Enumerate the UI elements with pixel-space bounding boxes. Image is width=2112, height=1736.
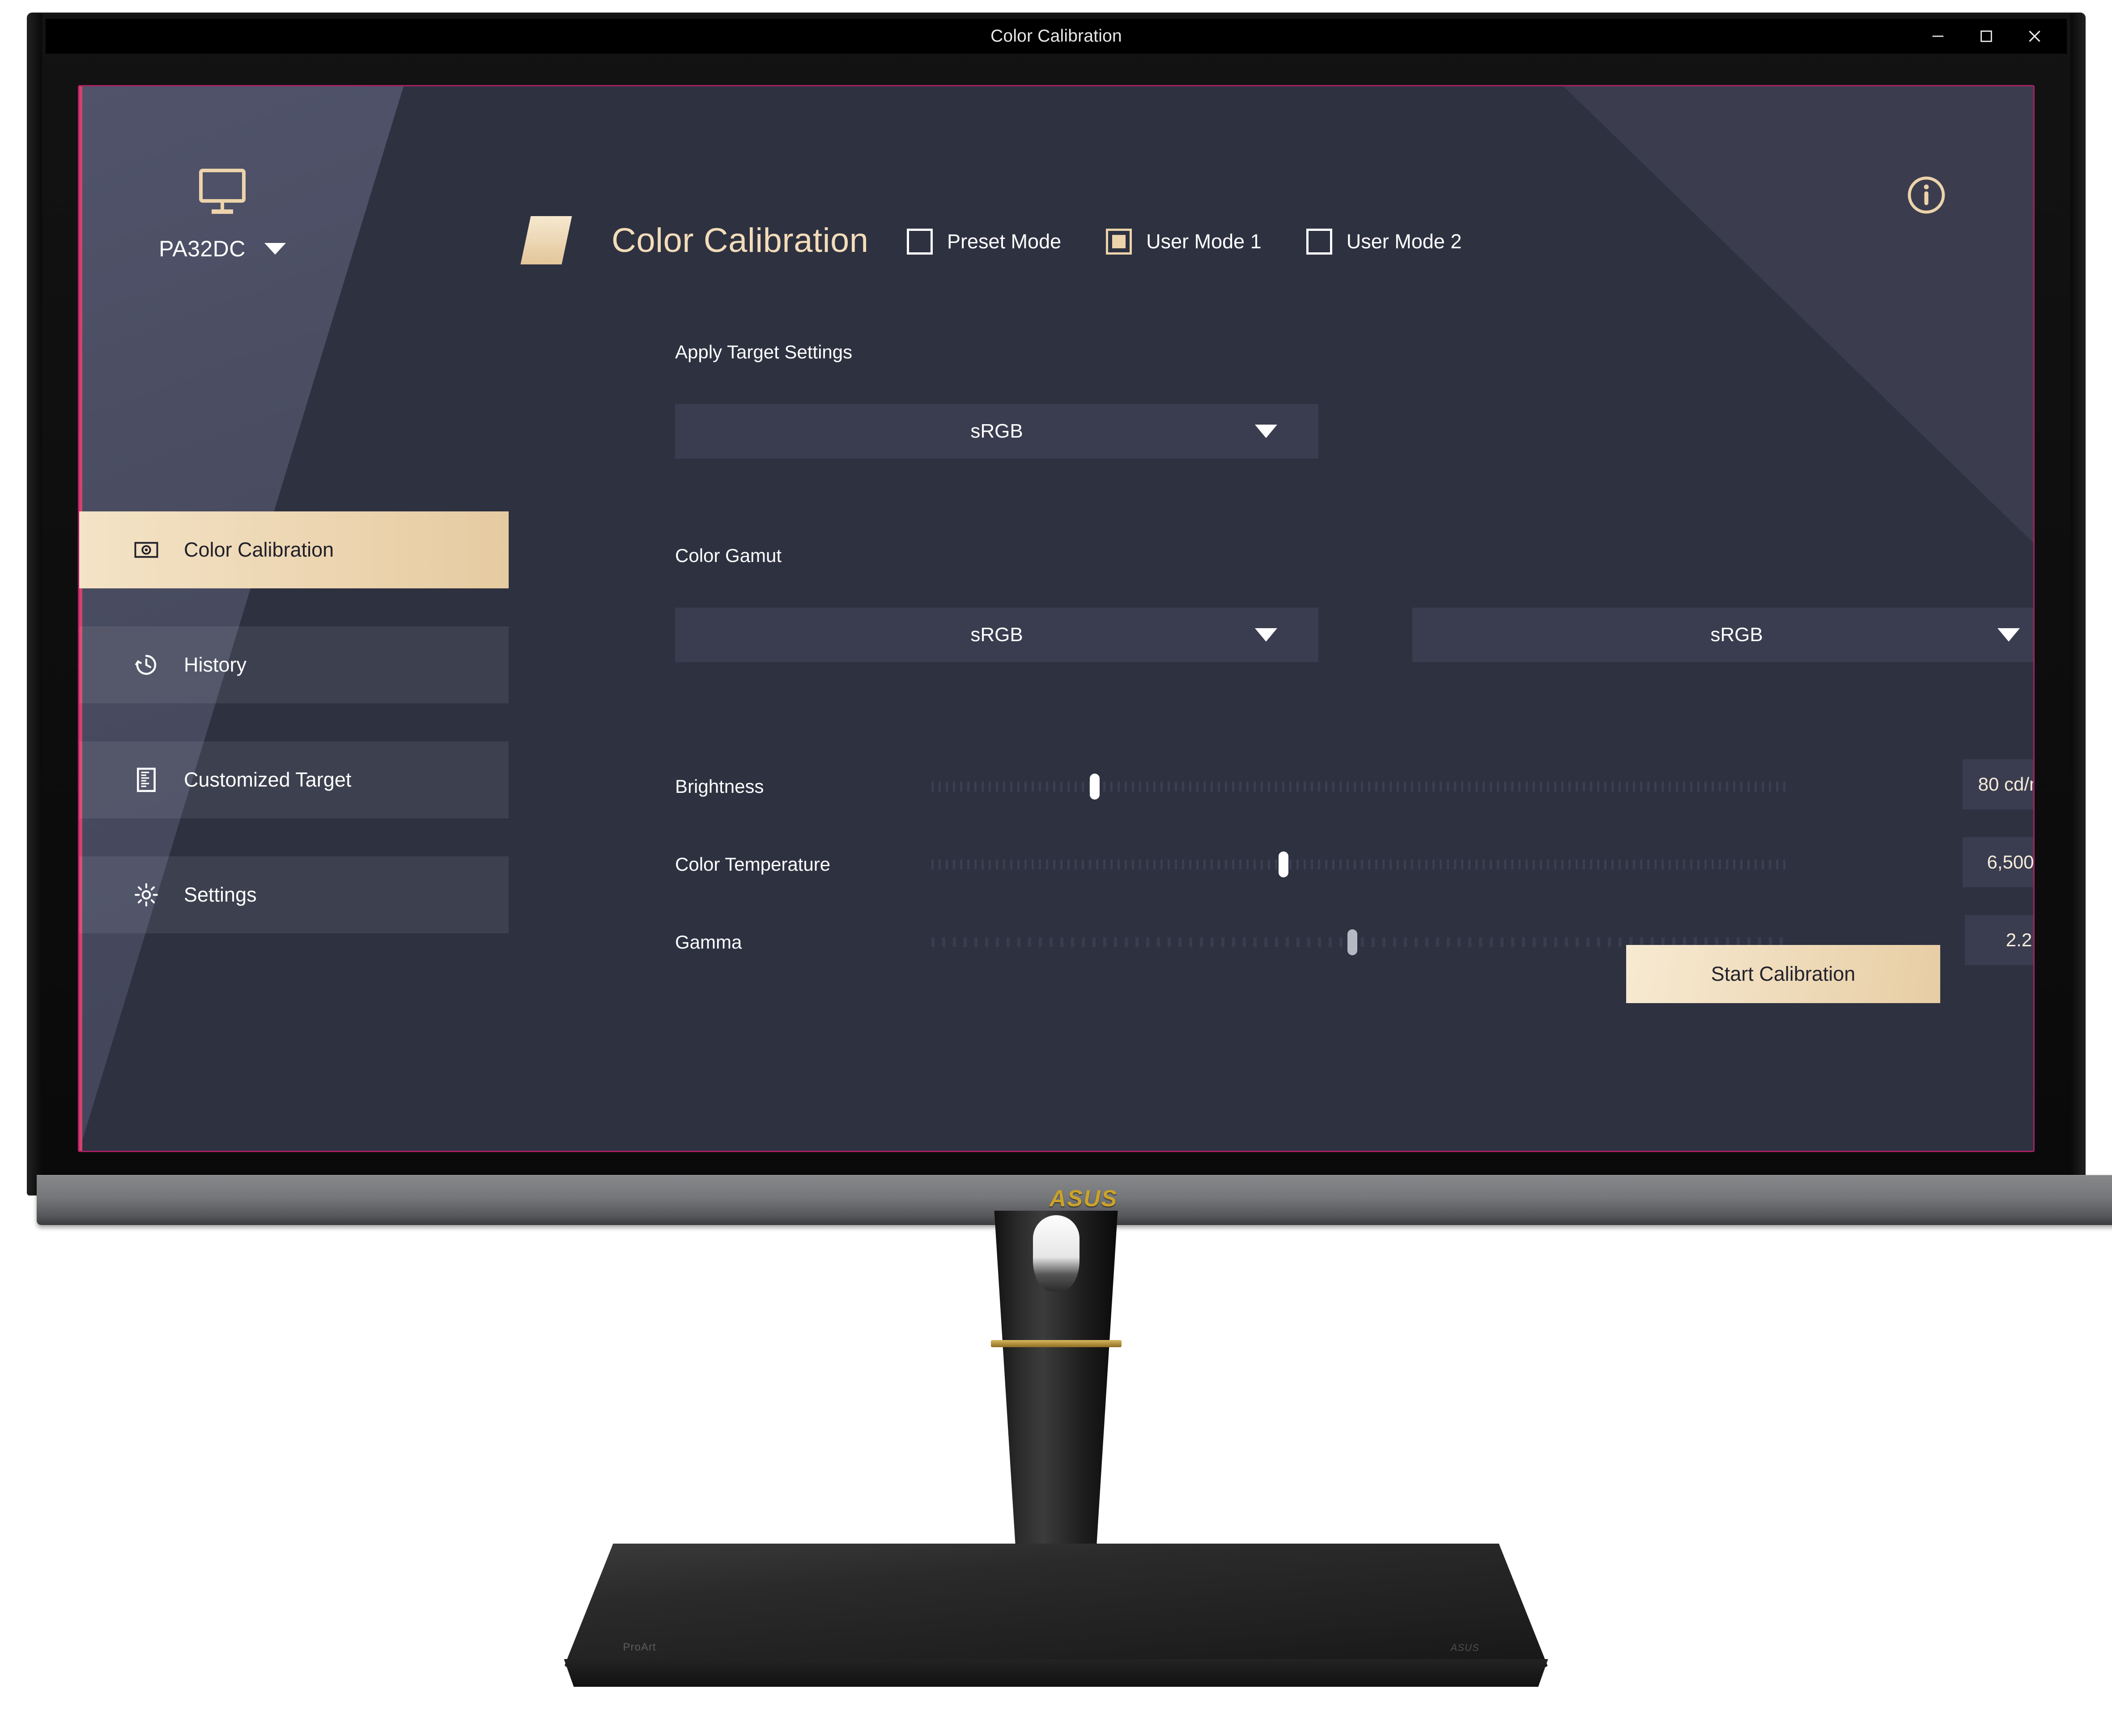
asus-logo: ASUS (1049, 1186, 1118, 1212)
bezel-right-edge (2070, 13, 2085, 1195)
apply-target-settings-dropdown[interactable]: sRGB (675, 404, 1318, 459)
list-document-icon (132, 767, 161, 793)
brightness-label: Brightness (675, 776, 764, 797)
stand-cable-hole (1033, 1215, 1079, 1291)
brightness-value-box[interactable]: 80 cd/m2 (1963, 759, 2033, 809)
color-temperature-slider-thumb[interactable] (1279, 851, 1289, 877)
bezel-left-edge (28, 13, 42, 1195)
sidebar-item-history[interactable]: History (79, 626, 509, 703)
sidebar-nav: Color Calibration History Customized Tar… (79, 511, 509, 933)
color-gamut-dropdown-left[interactable]: sRGB (675, 608, 1318, 662)
window-title: Color Calibration (990, 26, 1122, 46)
color-temperature-slider-row: Color Temperature 6,500K (518, 837, 2034, 889)
brightness-slider-track[interactable] (931, 774, 1790, 800)
info-circle-icon[interactable] (1906, 175, 1946, 215)
mode-label: Preset Mode (947, 230, 1062, 253)
color-gamut-label: Color Gamut (675, 545, 782, 566)
sidebar-item-customized-target[interactable]: Customized Target (79, 741, 509, 818)
app-screen: PA32DC Color Calibration History Customi… (78, 85, 2035, 1152)
color-temperature-value-box[interactable]: 6,500K (1963, 837, 2034, 887)
base-front-edge (564, 1659, 1548, 1687)
brightness-value: 80 cd/m2 (1978, 774, 2033, 795)
device-name-row[interactable]: PA32DC (159, 236, 286, 262)
apply-target-settings-label: Apply Target Settings (675, 341, 853, 362)
sidebar-item-label: Color Calibration (184, 538, 334, 561)
chevron-down-icon[interactable] (264, 243, 286, 255)
window-controls (1914, 19, 2059, 54)
title-accent-tab (520, 216, 572, 264)
start-calibration-button[interactable]: Start Calibration (1626, 945, 1940, 1003)
sidebar-item-label: History (184, 653, 247, 676)
window-titlebar: Color Calibration (46, 19, 2067, 54)
mode-option-user2[interactable]: User Mode 2 (1306, 229, 1462, 255)
maximize-button[interactable] (1962, 19, 2010, 54)
sidebar-item-settings[interactable]: Settings (79, 856, 509, 933)
caret-down-icon (1255, 425, 1277, 438)
base-label-asus: ASUS (1450, 1642, 1479, 1653)
mode-option-preset[interactable]: Preset Mode (907, 229, 1061, 255)
color-gamut-dropdown-right[interactable]: sRGB (1412, 608, 2033, 662)
dropdown-value: sRGB (970, 624, 1023, 646)
mode-label: User Mode 1 (1146, 230, 1262, 253)
gamma-value-box[interactable]: 2.2 (1965, 915, 2033, 965)
sidebar-item-label: Settings (184, 883, 257, 906)
caret-down-icon (1997, 628, 2020, 642)
stand-gold-ring (990, 1340, 1122, 1347)
checkbox-user-mode-2[interactable] (1306, 229, 1332, 255)
gamma-label: Gamma (675, 932, 742, 953)
mode-selector-group: Preset Mode User Mode 1 User Mode 2 (907, 229, 1506, 255)
camera-icon (132, 539, 161, 561)
checkbox-user-mode-1[interactable] (1106, 229, 1132, 255)
color-temperature-label: Color Temperature (675, 854, 831, 875)
sidebar-item-label: Customized Target (184, 768, 352, 791)
start-calibration-label: Start Calibration (1711, 962, 1856, 985)
monitor-device: Color Calibration PA32DC Color Calibrati… (28, 13, 2112, 1225)
color-temperature-slider-track[interactable] (931, 851, 1790, 877)
mode-option-user1[interactable]: User Mode 1 (1106, 229, 1262, 255)
minimize-button[interactable] (1914, 19, 1962, 54)
mode-label: User Mode 2 (1346, 230, 1462, 253)
device-name: PA32DC (159, 236, 246, 261)
device-selector[interactable]: PA32DC (79, 167, 365, 262)
base-label-proart: ProArt (623, 1641, 656, 1653)
close-button[interactable] (2010, 19, 2059, 54)
dropdown-value: sRGB (970, 420, 1023, 442)
clock-history-icon (132, 652, 161, 677)
gamma-slider-thumb[interactable] (1347, 929, 1357, 955)
monitor-icon (199, 169, 246, 214)
color-temperature-value: 6,500K (1987, 851, 2034, 872)
brightness-slider-thumb[interactable] (1089, 774, 1100, 800)
maximize-icon (1980, 30, 1992, 42)
caret-down-icon (1255, 628, 1277, 642)
close-icon (2029, 30, 2040, 42)
sidebar-item-color-calibration[interactable]: Color Calibration (79, 511, 509, 588)
base-top-surface (564, 1544, 1548, 1667)
minimize-icon (1932, 35, 1944, 37)
sidebar: PA32DC Color Calibration History Customi… (79, 86, 509, 1151)
brightness-slider-row: Brightness 80 cd/m2 (518, 759, 2033, 811)
main-content: Color Calibration Preset Mode User Mode … (518, 86, 2033, 1151)
dropdown-value: sRGB (1710, 624, 1763, 646)
page-title: Color Calibration (612, 221, 869, 260)
checkbox-preset-mode[interactable] (907, 229, 933, 255)
monitor-base: ProArt ASUS (564, 1544, 1548, 1687)
gamma-value: 2.2 (2006, 929, 2032, 950)
page-header: Color Calibration (518, 216, 869, 264)
gear-icon (132, 883, 161, 907)
